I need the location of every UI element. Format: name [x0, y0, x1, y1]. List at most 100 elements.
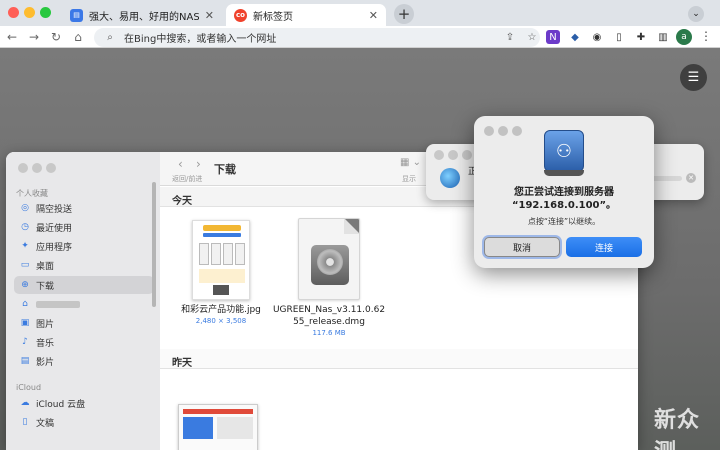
sidebar-item-recents[interactable]: ◷ 最近使用: [14, 218, 154, 236]
co-logo-icon: co: [234, 8, 247, 22]
view-mode-label: 显示: [402, 175, 416, 183]
sidebar-item-desktop[interactable]: ▭ 桌面: [14, 256, 154, 274]
finder-minimize-button[interactable]: [32, 163, 42, 173]
server-base: [544, 170, 584, 176]
sidebar-item-icloud-drive[interactable]: ☁ iCloud 云盘: [14, 394, 154, 412]
sidebar-heading-favorites: 个人收藏: [16, 189, 48, 198]
tab-title: 强大、易用、好用的NAS：绿联: [89, 11, 199, 23]
sidebar-item-label: 隔空投送: [36, 204, 73, 215]
maximize-window-button[interactable]: [40, 7, 51, 18]
search-icon: ⌕: [107, 32, 113, 43]
sidebar-item-pictures[interactable]: ▣ 图片: [14, 314, 154, 332]
network-globe-icon: [440, 168, 460, 188]
new-tab-button[interactable]: +: [394, 4, 414, 24]
connecting-maximize-button[interactable]: [462, 150, 472, 160]
address-placeholder: 在Bing中搜索，或者输入一个网址: [124, 34, 277, 45]
more-menu-icon[interactable]: ⋮: [700, 29, 712, 43]
sidebar-item-downloads[interactable]: ⊕ 下载: [14, 276, 154, 294]
view-mode-icon[interactable]: ▦ ⌄: [400, 157, 421, 168]
sidebar-item-label: 文稿: [36, 418, 55, 429]
airdrop-icon: ◎: [21, 203, 29, 213]
file-name: 和彩云产品功能.jpg: [181, 305, 261, 315]
connect-button[interactable]: 连接: [566, 237, 642, 257]
shared-server-icon: ⚇: [544, 130, 584, 172]
sidebar-item-label: iCloud 云盘: [36, 399, 86, 410]
film-icon: ▤: [20, 356, 30, 366]
sidebar-item-documents[interactable]: ▯ 文稿: [14, 413, 154, 431]
finder-forward-icon[interactable]: ›: [196, 157, 201, 171]
home-icon[interactable]: ⌂: [70, 29, 86, 45]
cloud-icon: ☁: [20, 398, 30, 408]
sidebar-item-applications[interactable]: ✦ 应用程序: [14, 237, 154, 255]
back-icon[interactable]: ←: [4, 29, 20, 45]
dmg-file-icon: [298, 218, 360, 300]
bookmark-star-icon[interactable]: ☆: [524, 32, 540, 43]
finder-nav-label: 返回/前进: [172, 175, 203, 183]
file-item-jpg[interactable]: 和彩云产品功能.jpg 2,480 × 3,508: [166, 220, 276, 325]
file-name: UGREEN_Nas_v3.11.0.62 55_release.dmg: [272, 305, 386, 327]
file-item-dmg[interactable]: UGREEN_Nas_v3.11.0.62 55_release.dmg 117…: [272, 218, 386, 337]
photo-icon: ▣: [20, 318, 30, 328]
finder-maximize-button[interactable]: [46, 163, 56, 173]
profile-avatar[interactable]: a: [676, 29, 692, 45]
home-icon: ⌂: [22, 299, 28, 309]
browser-tab-bar: ▤ 强大、易用、好用的NAS：绿联 ✕ co 新标签页 ✕ + ⌄: [0, 0, 720, 26]
cancel-button[interactable]: 取消: [484, 237, 560, 257]
finder-back-icon[interactable]: ‹: [178, 157, 183, 171]
finder-close-button[interactable]: [18, 163, 28, 173]
desktop-icon: ▭: [20, 260, 30, 270]
onenote-extension-icon[interactable]: N: [546, 30, 560, 44]
download-icon: ⊕: [21, 280, 29, 290]
browser-toolbar: ← → ↻ ⌂ ⌕ 在Bing中搜索，或者输入一个网址 ⇪ ☆ N ◆ ◉ ▯ …: [0, 26, 720, 48]
sidebar-item-label: 图片: [36, 319, 55, 330]
share-icon[interactable]: ⇪: [502, 32, 518, 43]
file-meta: 117.6 MB: [312, 329, 346, 337]
sidebar-item-home[interactable]: ⌂: [14, 295, 154, 313]
file-thumbnail: [192, 220, 250, 300]
sidebar-item-music[interactable]: ♪ 音乐: [14, 333, 154, 351]
reload-icon[interactable]: ↻: [48, 29, 64, 45]
sidebar-item-label: 影片: [36, 357, 55, 368]
watermark: 新众测: [654, 408, 701, 450]
clock-icon: ◷: [21, 222, 29, 232]
tab-nas[interactable]: ▤ 强大、易用、好用的NAS：绿联 ✕: [62, 4, 222, 26]
connecting-close-button[interactable]: [434, 150, 444, 160]
connect-server-dialog: ⚇ 您正尝试连接到服务器 “192.168.0.100”。 点按“连接”以继续。…: [474, 116, 654, 268]
dialog-minimize-button[interactable]: [498, 126, 508, 136]
apps-icon: ✦: [21, 241, 29, 251]
notes-extension-icon[interactable]: ▯: [612, 30, 626, 44]
connecting-minimize-button[interactable]: [448, 150, 458, 160]
close-tab-icon[interactable]: ✕: [205, 9, 214, 22]
puzzle-extension-icon[interactable]: ✚: [634, 30, 648, 44]
minimize-window-button[interactable]: [24, 7, 35, 18]
address-bar[interactable]: ⌕ 在Bing中搜索，或者输入一个网址 ⇪ ☆: [94, 28, 540, 47]
sidebar-item-label: 音乐: [36, 338, 55, 349]
doc-icon: ▯: [22, 417, 28, 427]
group-header-yesterday: 昨天: [160, 349, 638, 369]
close-tab-icon[interactable]: ✕: [369, 9, 378, 22]
sidebar-panel-icon[interactable]: ▥: [656, 30, 670, 44]
sidebar-item-airdrop[interactable]: ◎ 隔空投送: [14, 199, 154, 217]
finder-title: 下载: [214, 163, 236, 176]
sidebar-item-label: 桌面: [36, 261, 55, 272]
file-meta: 2,480 × 3,508: [195, 317, 247, 325]
close-window-button[interactable]: [8, 7, 19, 18]
doc-icon: ▤: [70, 8, 83, 22]
sidebar-scrollbar[interactable]: [152, 182, 156, 307]
sidebar-item-label: 应用程序: [36, 242, 73, 253]
stack-extension-icon[interactable]: ◆: [568, 30, 582, 44]
tab-search-menu[interactable]: ⌄: [688, 6, 704, 22]
cat-extension-icon[interactable]: ◉: [590, 30, 604, 44]
dialog-close-button[interactable]: [484, 126, 494, 136]
file-thumbnail-partial[interactable]: [178, 404, 258, 450]
redacted-username: [36, 300, 80, 308]
stop-connection-icon[interactable]: ✕: [686, 173, 696, 183]
settings-menu-icon[interactable]: ☰: [680, 64, 707, 91]
dialog-maximize-button[interactable]: [512, 126, 522, 136]
sidebar-item-movies[interactable]: ▤ 影片: [14, 352, 154, 370]
tab-new-tab[interactable]: co 新标签页 ✕: [226, 4, 386, 26]
music-icon: ♪: [22, 337, 28, 347]
forward-icon[interactable]: →: [26, 29, 42, 45]
dialog-message: 点按“连接”以继续。: [527, 217, 601, 226]
sidebar-item-label: 下载: [36, 281, 55, 292]
